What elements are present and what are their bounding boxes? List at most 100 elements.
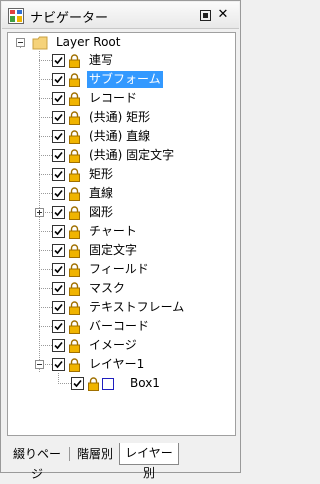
layer-tree[interactable]: Layer Root 連写サブフォーム レコード (共通) 矩形 (共通) 直線 (共通… — [7, 32, 236, 436]
tree-root-label: Layer Root — [56, 35, 121, 49]
check-icon — [54, 227, 63, 236]
visibility-checkbox[interactable] — [52, 263, 65, 276]
visibility-checkbox[interactable] — [52, 225, 65, 238]
visibility-checkbox[interactable] — [52, 339, 65, 352]
lock-icon[interactable] — [68, 319, 81, 334]
lock-icon[interactable] — [68, 281, 81, 296]
tree-item-label: チャート — [89, 224, 137, 238]
lock-icon[interactable] — [68, 53, 81, 68]
tree-item[interactable]: 直線 — [52, 184, 115, 203]
visibility-checkbox[interactable] — [52, 149, 65, 162]
tree-item-label: (共通) 矩形 — [89, 110, 151, 124]
check-icon — [54, 189, 63, 198]
tree-item-label: (共通) 固定文字 — [89, 148, 175, 162]
check-icon — [54, 151, 63, 160]
tree-item-label: テキストフレーム — [89, 300, 185, 314]
visibility-checkbox[interactable] — [52, 320, 65, 333]
check-icon — [54, 322, 63, 331]
tree-item[interactable]: レコード — [52, 89, 139, 108]
tree-item-label: Box1 — [130, 376, 160, 390]
window-title: ナビゲーター — [30, 11, 109, 26]
tree-item[interactable]: (共通) 直線 — [52, 127, 152, 146]
check-icon — [54, 341, 63, 350]
check-icon — [54, 246, 63, 255]
visibility-checkbox[interactable] — [52, 187, 65, 200]
expand-toggle[interactable] — [35, 208, 44, 217]
check-icon — [54, 303, 63, 312]
lock-icon[interactable] — [68, 186, 81, 201]
visibility-checkbox[interactable] — [52, 54, 65, 67]
tree-item[interactable]: レイヤー1 — [52, 355, 146, 374]
check-icon — [54, 75, 63, 84]
visibility-checkbox[interactable] — [52, 130, 65, 143]
tab-pages[interactable]: 綴りページ — [9, 444, 65, 481]
tree-root[interactable]: Layer Root — [32, 33, 122, 52]
tree-item[interactable]: (共通) 固定文字 — [52, 146, 176, 165]
tree-item[interactable]: 矩形 — [52, 165, 115, 184]
tab-layers[interactable]: レイヤー別 — [119, 443, 179, 480]
visibility-checkbox[interactable] — [52, 301, 65, 314]
lock-icon[interactable] — [68, 357, 81, 372]
lock-icon[interactable] — [68, 167, 81, 182]
lock-icon[interactable] — [68, 129, 81, 144]
tree-item-label: (共通) 直線 — [89, 129, 151, 143]
tree-item[interactable]: バーコード — [52, 317, 151, 336]
tree-item[interactable]: 固定文字 — [52, 241, 139, 260]
lock-icon[interactable] — [68, 110, 81, 125]
visibility-checkbox[interactable] — [52, 168, 65, 181]
tab-hierarchy[interactable]: 階層別 — [73, 444, 117, 464]
check-icon — [54, 170, 63, 179]
lock-icon[interactable] — [68, 224, 81, 239]
tree-item[interactable]: 連写 — [52, 51, 115, 70]
lock-icon[interactable] — [87, 376, 100, 391]
lock-icon[interactable] — [68, 205, 81, 220]
check-icon — [54, 284, 63, 293]
tree-item-label: 連写 — [89, 53, 114, 67]
tree-item[interactable]: イメージ — [52, 336, 139, 355]
visibility-checkbox[interactable] — [52, 358, 65, 371]
folder-icon — [32, 36, 48, 49]
collapse-toggle[interactable] — [35, 360, 44, 369]
box-shape-icon — [102, 377, 114, 390]
tree-item-label: 矩形 — [89, 167, 114, 181]
lock-icon[interactable] — [68, 300, 81, 315]
navigator-icon — [8, 8, 24, 24]
visibility-checkbox[interactable] — [71, 377, 84, 390]
visibility-checkbox[interactable] — [52, 206, 65, 219]
tree-item-label: 図形 — [89, 205, 114, 219]
visibility-checkbox[interactable] — [52, 73, 65, 86]
tree-item[interactable]: フィールド — [52, 260, 151, 279]
lock-icon[interactable] — [68, 72, 81, 87]
tree-item[interactable]: チャート — [52, 222, 139, 241]
navigator-window: ナビゲーター ✕ Layer Root 連写 サブフォーム レコード (共通) … — [0, 0, 241, 481]
check-icon — [54, 113, 63, 122]
tree-item-label: イメージ — [89, 338, 137, 352]
root-collapse-toggle[interactable] — [16, 38, 25, 47]
tree-item-label: サブフォーム — [87, 71, 163, 88]
lock-icon[interactable] — [68, 148, 81, 163]
title-bar[interactable]: ナビゲーター ✕ — [2, 2, 239, 29]
visibility-checkbox[interactable] — [52, 282, 65, 295]
tree-item-label: バーコード — [89, 319, 150, 333]
lock-icon[interactable] — [68, 338, 81, 353]
check-icon — [54, 208, 63, 217]
tree-item[interactable]: サブフォーム — [52, 70, 163, 89]
tree-item-box1[interactable]: Box1 — [71, 374, 162, 393]
check-icon — [54, 265, 63, 274]
lock-icon[interactable] — [68, 262, 81, 277]
tree-item[interactable]: 図形 — [52, 203, 115, 222]
check-icon — [54, 132, 63, 141]
visibility-checkbox[interactable] — [52, 92, 65, 105]
lock-icon[interactable] — [68, 91, 81, 106]
tree-item[interactable]: マスク — [52, 279, 127, 298]
restore-icon[interactable] — [199, 9, 211, 21]
check-icon — [54, 94, 63, 103]
close-icon[interactable]: ✕ — [217, 8, 229, 21]
visibility-checkbox[interactable] — [52, 111, 65, 124]
tree-item[interactable]: (共通) 矩形 — [52, 108, 152, 127]
tree-item[interactable]: テキストフレーム — [52, 298, 186, 317]
visibility-checkbox[interactable] — [52, 244, 65, 257]
check-icon — [54, 360, 63, 369]
lock-icon[interactable] — [68, 243, 81, 258]
tree-item-label: 固定文字 — [89, 243, 138, 257]
